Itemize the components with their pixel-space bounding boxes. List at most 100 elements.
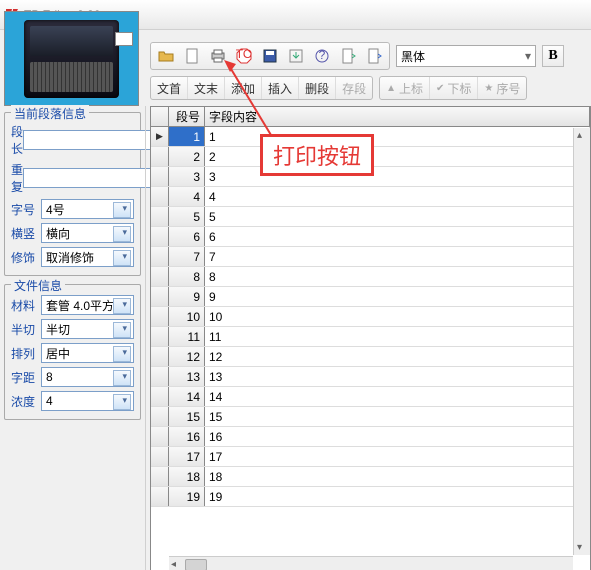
export-file-button[interactable] <box>362 45 386 67</box>
material-combo[interactable]: 套管 4.0平方 <box>41 295 134 315</box>
device-preview <box>4 11 139 106</box>
cell-content[interactable]: 7 <box>205 247 590 266</box>
font-select[interactable]: 黑体 <box>396 45 536 67</box>
density-combo[interactable]: 4 <box>41 391 134 411</box>
print-button[interactable] <box>206 45 230 67</box>
align-combo[interactable]: 居中 <box>41 343 134 363</box>
row-indicator <box>151 307 169 326</box>
orient-label: 横竖 <box>11 225 41 242</box>
delete-seg-button[interactable]: 删段 <box>299 77 336 99</box>
col-seg-num[interactable]: 段号 <box>169 107 205 126</box>
cell-content[interactable]: 6 <box>205 227 590 246</box>
length-label: 段长 <box>11 123 23 157</box>
cell-content[interactable]: 12 <box>205 347 590 366</box>
insert-button[interactable]: 插入 <box>262 77 299 99</box>
paragraph-panel: 当前段落信息 段长 重复 字号 4号 横竖 横向 修饰 取消修饰 <box>4 112 141 276</box>
table-row[interactable]: 77 <box>151 247 590 267</box>
cell-content[interactable]: 8 <box>205 267 590 286</box>
save-seg-button[interactable]: 存段 <box>336 77 372 99</box>
doc-start-button[interactable]: 文首 <box>151 77 188 99</box>
file-panel-title: 文件信息 <box>11 277 65 294</box>
save-button[interactable] <box>258 45 282 67</box>
vertical-scrollbar[interactable] <box>573 128 590 555</box>
cell-seg-num: 18 <box>169 467 205 486</box>
cell-content[interactable]: 14 <box>205 387 590 406</box>
sequence-button[interactable]: ★序号 <box>478 77 526 99</box>
paragraph-panel-title: 当前段落信息 <box>11 105 89 122</box>
align-label: 排列 <box>11 345 41 362</box>
svg-text:STOP: STOP <box>236 48 252 61</box>
row-indicator <box>151 487 169 506</box>
horizontal-scrollbar[interactable] <box>169 556 573 570</box>
stop-button[interactable]: STOP <box>232 45 256 67</box>
annotation-label: 打印按钮 <box>260 134 374 176</box>
row-indicator <box>151 187 169 206</box>
row-indicator <box>151 127 169 146</box>
row-indicator <box>151 167 169 186</box>
spacing-label: 字距 <box>11 369 41 386</box>
table-row[interactable]: 66 <box>151 227 590 247</box>
cell-content[interactable]: 4 <box>205 187 590 206</box>
cell-content[interactable]: 9 <box>205 287 590 306</box>
row-indicator <box>151 387 169 406</box>
repeat-label: 重复 <box>11 161 23 195</box>
cell-content[interactable]: 5 <box>205 207 590 226</box>
export-csv-button[interactable] <box>336 45 360 67</box>
table-row[interactable]: 1111 <box>151 327 590 347</box>
table-row[interactable]: 44 <box>151 187 590 207</box>
cell-seg-num: 19 <box>169 487 205 506</box>
add-button[interactable]: 添加 <box>225 77 262 99</box>
cell-seg-num: 4 <box>169 187 205 206</box>
cell-content[interactable]: 13 <box>205 367 590 386</box>
row-indicator <box>151 247 169 266</box>
decor-combo[interactable]: 取消修饰 <box>41 247 134 267</box>
spacing-combo[interactable]: 8 <box>41 367 134 387</box>
table-row[interactable]: 1818 <box>151 467 590 487</box>
row-indicator <box>151 267 169 286</box>
cell-seg-num: 3 <box>169 167 205 186</box>
table-row[interactable]: 1717 <box>151 447 590 467</box>
row-indicator <box>151 227 169 246</box>
cell-content[interactable]: 11 <box>205 327 590 346</box>
row-indicator <box>151 467 169 486</box>
cell-content[interactable]: 18 <box>205 467 590 486</box>
row-indicator <box>151 147 169 166</box>
cell-seg-num: 9 <box>169 287 205 306</box>
cell-seg-num: 1 <box>169 127 205 146</box>
cell-seg-num: 16 <box>169 427 205 446</box>
table-row[interactable]: 1010 <box>151 307 590 327</box>
table-row[interactable]: 55 <box>151 207 590 227</box>
font-size-combo[interactable]: 4号 <box>41 199 134 219</box>
cell-seg-num: 11 <box>169 327 205 346</box>
subscript-button[interactable]: ✔下标 <box>430 77 478 99</box>
superscript-button[interactable]: ▲上标 <box>380 77 430 99</box>
cell-content[interactable]: 15 <box>205 407 590 426</box>
help-button[interactable]: ? <box>310 45 334 67</box>
doc-end-button[interactable]: 文末 <box>188 77 225 99</box>
col-content[interactable]: 字段内容 <box>205 107 590 126</box>
cell-content[interactable]: 19 <box>205 487 590 506</box>
cut-combo[interactable]: 半切 <box>41 319 134 339</box>
table-row[interactable]: 88 <box>151 267 590 287</box>
grid-body[interactable]: 1122334455667788991010111112121313141415… <box>151 127 590 507</box>
table-row[interactable]: 1212 <box>151 347 590 367</box>
cell-content[interactable]: 17 <box>205 447 590 466</box>
table-row[interactable]: 1616 <box>151 427 590 447</box>
row-indicator <box>151 427 169 446</box>
open-button[interactable] <box>154 45 178 67</box>
decor-label: 修饰 <box>11 249 41 266</box>
table-row[interactable]: 1515 <box>151 407 590 427</box>
row-indicator <box>151 367 169 386</box>
bold-button[interactable]: B <box>542 45 564 67</box>
cell-seg-num: 13 <box>169 367 205 386</box>
orient-combo[interactable]: 横向 <box>41 223 134 243</box>
table-row[interactable]: 1919 <box>151 487 590 507</box>
new-button[interactable] <box>180 45 204 67</box>
table-row[interactable]: 1414 <box>151 387 590 407</box>
table-row[interactable]: 1313 <box>151 367 590 387</box>
import-button[interactable] <box>284 45 308 67</box>
table-row[interactable]: 99 <box>151 287 590 307</box>
device-icon <box>24 20 119 98</box>
cell-content[interactable]: 16 <box>205 427 590 446</box>
cell-content[interactable]: 10 <box>205 307 590 326</box>
